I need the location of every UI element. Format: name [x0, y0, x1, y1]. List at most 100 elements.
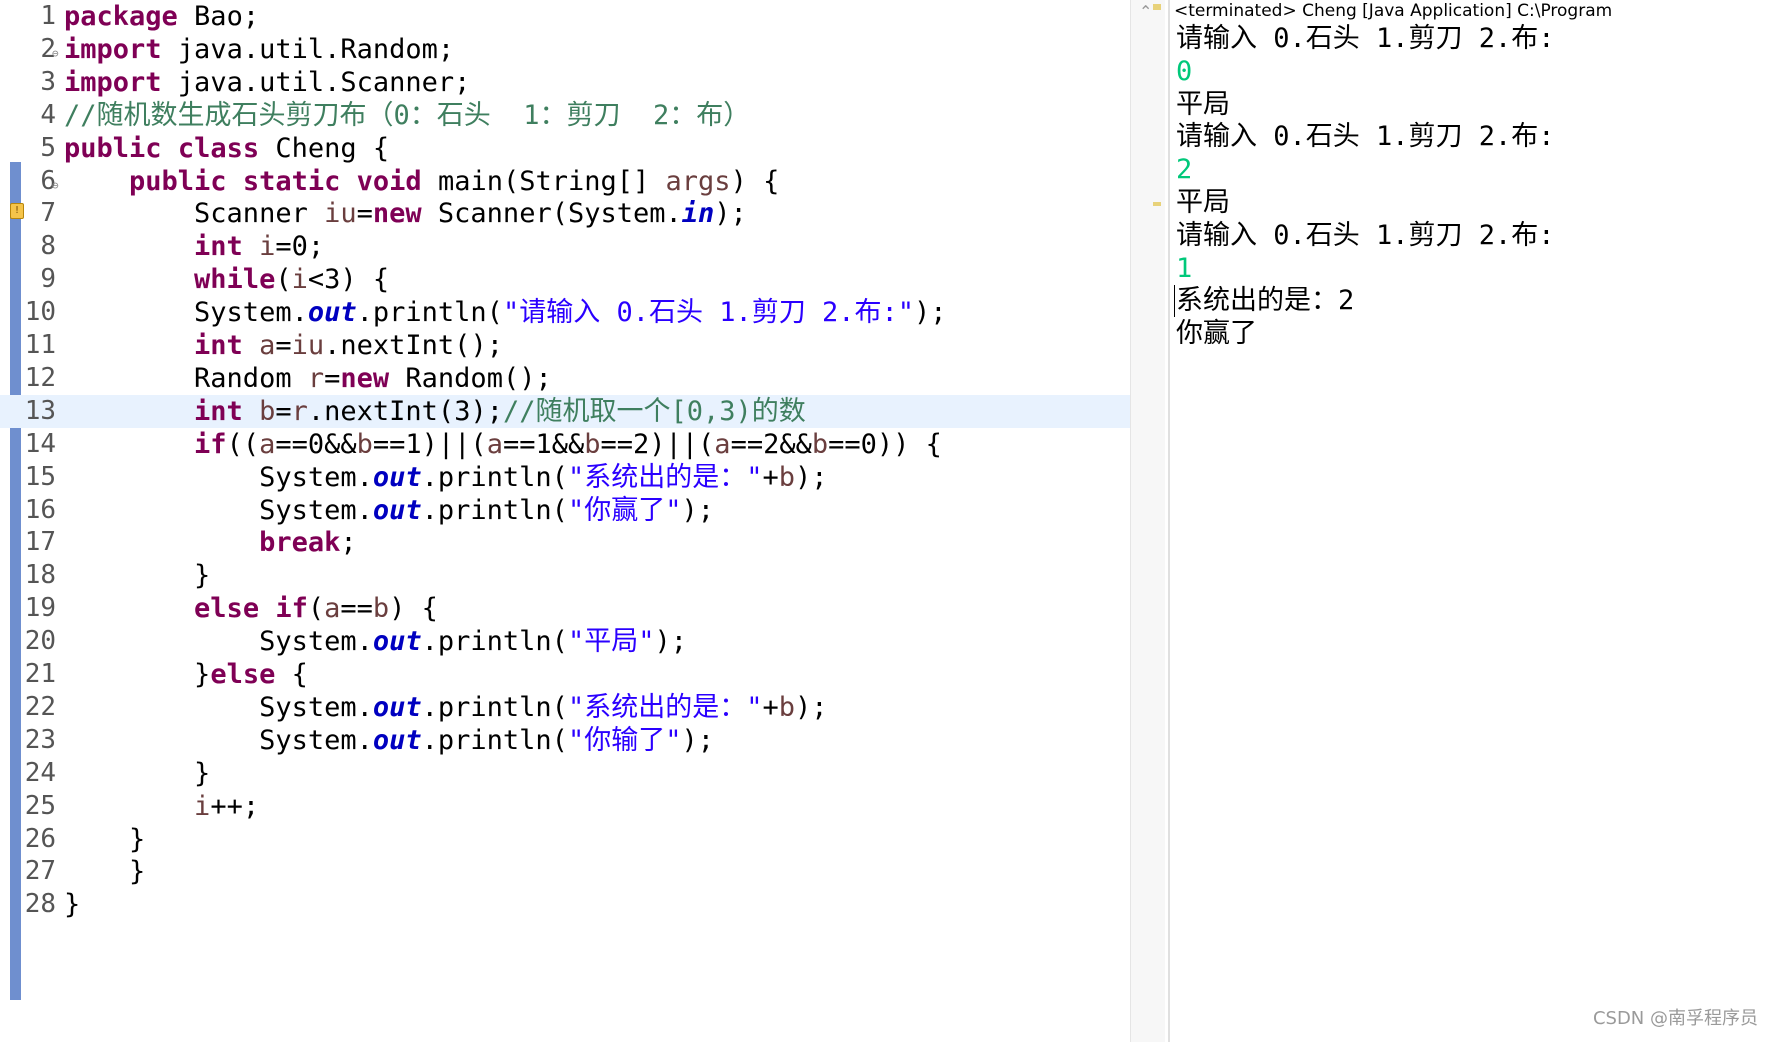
line-number: 26	[24, 823, 56, 854]
code-line[interactable]: 17 break;	[0, 526, 1130, 559]
console-view[interactable]: <terminated> Cheng [Java Application] C:…	[1168, 0, 1766, 1042]
code-text: System.out.println("系统出的是："+b);	[64, 461, 828, 493]
console-output-line: 请输入 0.石头 1.剪刀 2.布:	[1176, 219, 1555, 251]
line-number: 12	[24, 362, 56, 393]
code-text: }	[64, 856, 146, 888]
code-line[interactable]: 5 public class Cheng {	[0, 132, 1130, 165]
chevron-up-icon[interactable]: ⌃	[1139, 2, 1152, 21]
code-line[interactable]: 24 }	[0, 757, 1130, 790]
code-text: System.out.println("你赢了");	[64, 494, 714, 526]
line-number: 6	[40, 165, 56, 196]
line-number: 4	[40, 99, 56, 130]
line-number: 23	[24, 724, 56, 755]
line-number: 20	[24, 626, 56, 657]
line-number: 7	[40, 198, 56, 229]
code-line[interactable]: 28}	[0, 888, 1130, 921]
code-text: import java.util.Random;	[64, 33, 455, 65]
console-output-line: 平局	[1176, 88, 1230, 120]
overview-marker[interactable]	[1153, 4, 1161, 10]
line-number: 19	[24, 593, 56, 624]
code-text: int i=0;	[194, 231, 325, 263]
line-number: 18	[24, 560, 56, 591]
code-line[interactable]: 4 //随机数生成石头剪刀布（0：石头 1：剪刀 2：布）	[0, 99, 1130, 132]
code-text: if((a==0&&b==1)||(a==1&&b==2)||(a==2&&b=…	[194, 428, 942, 460]
line-number: 14	[24, 428, 56, 459]
line-number: 9	[40, 264, 56, 295]
line-number: 1	[40, 1, 56, 31]
code-line[interactable]: 6 ⊖ public static void main(String[] args…	[0, 165, 1130, 198]
code-text: break;	[259, 527, 357, 559]
code-line[interactable]: 2 ⊖ import java.util.Random;	[0, 33, 1130, 66]
code-line[interactable]: 9 while(i<3) {	[0, 263, 1130, 296]
code-text: public class Cheng {	[64, 132, 390, 164]
code-line[interactable]: 25 i++;	[0, 790, 1130, 823]
code-line[interactable]: 23 System.out.println("你输了");	[0, 724, 1130, 757]
console-input-line: 1	[1176, 252, 1193, 284]
console-output-line: 你赢了	[1176, 318, 1257, 350]
code-text: public static void main(String[] args) {	[129, 165, 780, 197]
code-line[interactable]: 22 System.out.println("系统出的是："+b);	[0, 691, 1130, 724]
code-text: System.out.println("请输入 0.石头 1.剪刀 2.布:")…	[64, 297, 947, 329]
code-line[interactable]: 7 Scanner iu=new Scanner(System.in);	[0, 197, 1130, 230]
console-input-line: 2	[1176, 154, 1193, 186]
overview-marker[interactable]	[1153, 202, 1161, 206]
console-title: <terminated> Cheng [Java Application] C:…	[1174, 1, 1613, 21]
console-output-line: 请输入 0.石头 1.剪刀 2.布:	[1176, 121, 1555, 153]
editor-overview-ruler[interactable]: ⌃	[1130, 0, 1165, 1042]
console-input-line: 0	[1176, 55, 1193, 87]
code-text: }	[64, 823, 146, 855]
code-text: //随机数生成石头剪刀布（0：石头 1：剪刀 2：布）	[64, 99, 751, 131]
code-text: i++;	[194, 790, 260, 822]
line-number: 25	[24, 790, 56, 821]
code-line[interactable]: 14 if((a==0&&b==1)||(a==1&&b==2)||(a==2&…	[0, 428, 1130, 461]
code-line[interactable]: 27 }	[0, 855, 1130, 888]
code-line[interactable]: 3 import java.util.Scanner;	[0, 66, 1130, 99]
code-text: System.out.println("系统出的是："+b);	[64, 691, 828, 723]
code-line[interactable]: 11 int a=iu.nextInt();	[0, 329, 1130, 362]
code-line[interactable]: 12 Random r=new Random();	[0, 362, 1130, 395]
code-text: System.out.println("你输了");	[64, 724, 714, 756]
code-line[interactable]: 19 else if(a==b) {	[0, 592, 1130, 625]
code-line[interactable]: 15 System.out.println("系统出的是："+b);	[0, 461, 1130, 494]
code-line[interactable]: 1 package Bao;	[0, 0, 1130, 33]
console-output-line: 平局	[1176, 187, 1230, 218]
line-number: 11	[24, 330, 56, 360]
line-number: 10	[24, 297, 56, 328]
code-text: }	[64, 889, 81, 921]
line-number: 5	[40, 132, 56, 163]
line-number: 17	[24, 527, 56, 558]
code-text: Scanner iu=new Scanner(System.in);	[64, 198, 747, 230]
console-output-line: 请输入 0.石头 1.剪刀 2.布:	[1176, 23, 1555, 54]
line-number: 16	[24, 494, 56, 525]
code-text: Random r=new Random();	[64, 362, 552, 394]
code-text: while(i<3) {	[194, 264, 390, 296]
line-number: 28	[24, 889, 56, 920]
text-caret	[1174, 285, 1175, 317]
line-number: 27	[24, 856, 56, 887]
code-text: int a=iu.nextInt();	[194, 330, 503, 361]
code-line[interactable]: 13 int b=r.nextInt(3);//随机取一个[0,3)的数	[0, 394, 1130, 428]
code-text: int b=r.nextInt(3);//随机取一个[0,3)的数	[194, 395, 806, 427]
code-editor[interactable]: ! 1 package Bao; 2 ⊖ import java.util.Random…	[0, 0, 1130, 1042]
code-text: }	[64, 757, 211, 789]
code-line[interactable]: 8 int i=0;	[0, 230, 1130, 263]
line-number: 24	[24, 757, 56, 788]
code-line[interactable]: 21 }else {	[0, 658, 1130, 691]
code-line[interactable]: 10 System.out.println("请输入 0.石头 1.剪刀 2.布…	[0, 296, 1130, 329]
code-line[interactable]: 26 }	[0, 823, 1130, 856]
code-text: package Bao;	[64, 1, 260, 32]
line-number: 3	[40, 66, 56, 97]
line-number: 2	[40, 33, 56, 64]
code-text: }	[64, 560, 211, 592]
code-line[interactable]: 20 System.out.println("平局");	[0, 625, 1130, 658]
code-line[interactable]: 18 }	[0, 559, 1130, 592]
code-text: else if(a==b) {	[194, 593, 438, 625]
line-number: 13	[24, 395, 56, 426]
line-number: 21	[24, 659, 56, 689]
console-output-line: 系统出的是：2	[1176, 285, 1355, 317]
line-number: 8	[40, 231, 56, 262]
code-line[interactable]: 16 System.out.println("你赢了");	[0, 494, 1130, 527]
code-text: import java.util.Scanner;	[64, 66, 471, 98]
line-number: 22	[24, 691, 56, 722]
watermark: CSDN @南孚程序员	[1592, 1008, 1758, 1029]
